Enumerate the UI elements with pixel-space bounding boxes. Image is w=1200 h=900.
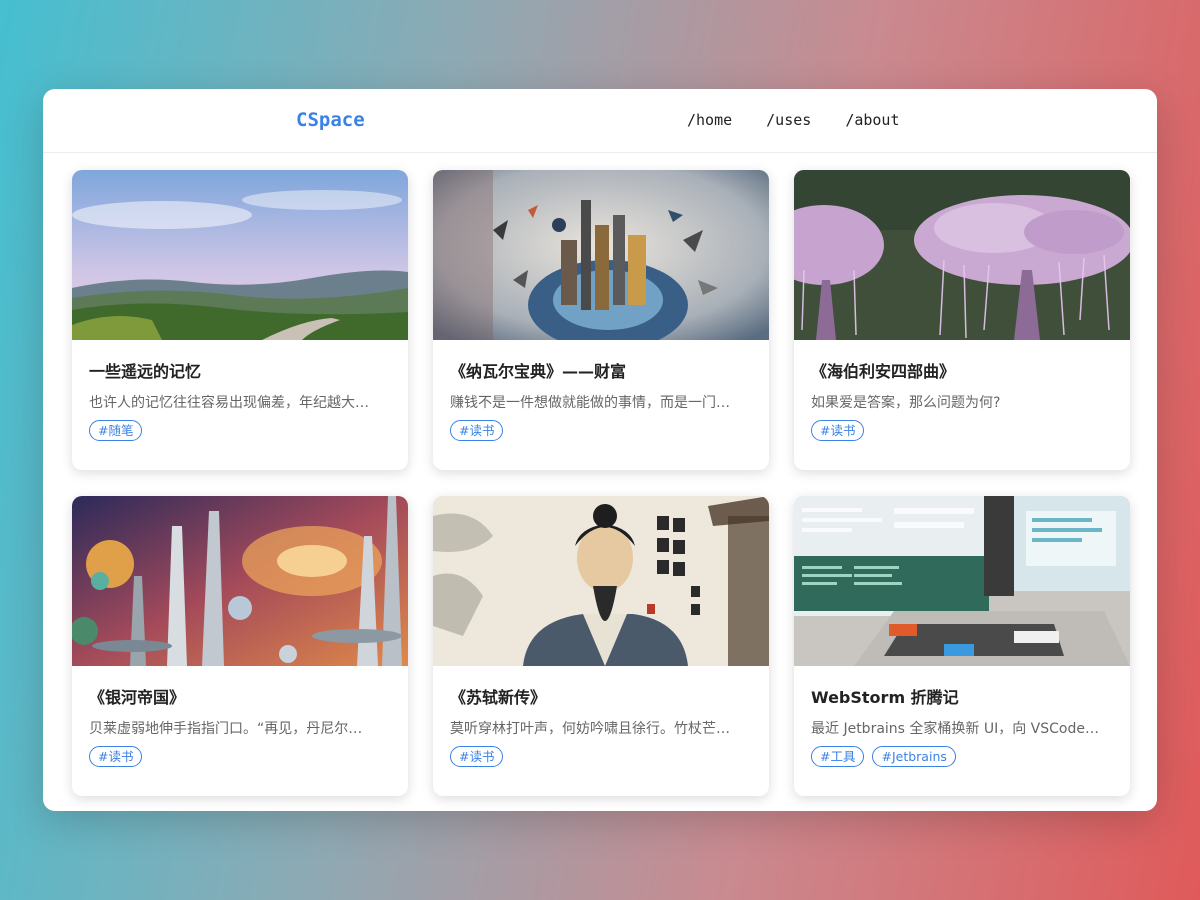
post-tags: #读书	[450, 420, 752, 441]
top-navbar: CSpace /home /uses /about	[43, 89, 1157, 153]
landscape-hills-image	[72, 170, 408, 340]
post-title[interactable]: WebStorm 折腾记	[811, 684, 1113, 708]
tag-chip[interactable]: #读书	[811, 420, 865, 441]
post-tags: #读书	[450, 746, 752, 767]
ancient-scholar-portrait-image	[433, 496, 769, 666]
post-tags: #读书	[811, 420, 1113, 441]
post-tags: #读书	[89, 746, 391, 767]
tag-chip[interactable]: #随笔	[89, 420, 143, 441]
post-excerpt: 如果爱是答案，那么问题为何?	[811, 395, 1001, 411]
tag-chip[interactable]: #Jetbrains	[872, 746, 956, 767]
scifi-galaxy-city-image	[72, 496, 408, 666]
post-tags: #随笔	[89, 420, 391, 441]
post-card[interactable]: 《纳瓦尔宝典》——财富 赚钱不是一件想做就能做的事情，而是一门… #读书	[433, 170, 769, 470]
post-title[interactable]: 《银河帝国》	[89, 684, 391, 708]
nav-link-about[interactable]: /about	[845, 111, 899, 129]
glowing-pink-trees-image	[794, 170, 1130, 340]
tag-chip[interactable]: #读书	[450, 420, 504, 441]
brand-logo-link[interactable]: CSpace	[296, 109, 365, 131]
post-card[interactable]: WebStorm 折腾记 最近 Jetbrains 全家桶换新 UI，向 VSC…	[794, 496, 1130, 796]
post-title[interactable]: 《苏轼新传》	[450, 684, 752, 708]
nav-link-uses[interactable]: /uses	[766, 111, 811, 129]
nav-links: /home /uses /about	[687, 111, 900, 129]
post-title[interactable]: 《海伯利安四部曲》	[811, 358, 1113, 382]
post-title[interactable]: 《纳瓦尔宝典》——财富	[450, 358, 752, 382]
nav-link-home[interactable]: /home	[687, 111, 732, 129]
post-thumbnail[interactable]	[794, 496, 1130, 666]
post-excerpt: 也许人的记忆往往容易出现偏差，年纪越大…	[89, 395, 369, 411]
post-thumbnail[interactable]	[72, 496, 408, 666]
post-grid: 一些遥远的记忆 也许人的记忆往往容易出现偏差，年纪越大… #随笔 《纳瓦尔宝典》…	[72, 170, 1130, 796]
abstract-city-collage-image	[433, 170, 769, 340]
post-tags: #工具 #Jetbrains	[811, 746, 1113, 767]
post-excerpt: 最近 Jetbrains 全家桶换新 UI，向 VSCode…	[811, 721, 1099, 737]
post-thumbnail[interactable]	[433, 496, 769, 666]
post-thumbnail[interactable]	[72, 170, 408, 340]
post-card[interactable]: 《苏轼新传》 莫听穿林打叶声，何妨吟啸且徐行。竹杖芒… #读书	[433, 496, 769, 796]
tag-chip[interactable]: #读书	[89, 746, 143, 767]
post-excerpt: 赚钱不是一件想做就能做的事情，而是一门…	[450, 395, 730, 411]
post-card[interactable]: 一些遥远的记忆 也许人的记忆往往容易出现偏差，年纪越大… #随笔	[72, 170, 408, 470]
tag-chip[interactable]: #工具	[811, 746, 865, 767]
tag-chip[interactable]: #读书	[450, 746, 504, 767]
post-title[interactable]: 一些遥远的记忆	[89, 358, 391, 382]
post-thumbnail[interactable]	[794, 170, 1130, 340]
computer-desk-screens-image	[794, 496, 1130, 666]
post-card[interactable]: 《银河帝国》 贝莱虚弱地伸手指指门口。“再见，丹尼尔… #读书	[72, 496, 408, 796]
post-excerpt: 贝莱虚弱地伸手指指门口。“再见，丹尼尔…	[89, 721, 363, 737]
post-card[interactable]: 《海伯利安四部曲》 如果爱是答案，那么问题为何? #读书	[794, 170, 1130, 470]
browser-window: CSpace /home /uses /about 一些遥远的记忆 也许人的记忆…	[43, 89, 1157, 811]
post-thumbnail[interactable]	[433, 170, 769, 340]
post-excerpt: 莫听穿林打叶声，何妨吟啸且徐行。竹杖芒…	[450, 721, 730, 737]
